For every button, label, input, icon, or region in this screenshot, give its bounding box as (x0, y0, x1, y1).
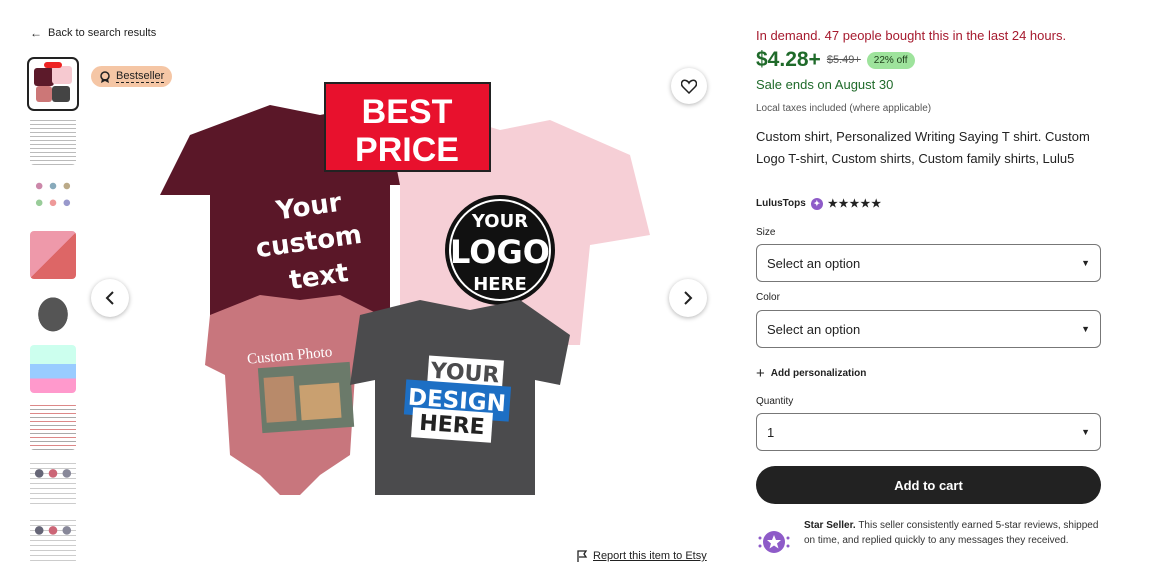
previous-image-button[interactable] (91, 279, 129, 317)
add-personalization-button[interactable]: + Add personalization (756, 365, 866, 382)
heart-icon (681, 78, 697, 94)
svg-text:LOGO: LOGO (450, 233, 550, 271)
thumbnail-image[interactable] (30, 345, 76, 393)
seller-row: LulusTops ✦ ★★★★★ (756, 197, 882, 210)
favorite-button[interactable] (671, 68, 707, 104)
quantity-select-value: 1 (767, 424, 775, 440)
add-personalization-label: Add personalization (770, 368, 867, 379)
size-select[interactable]: Select an option ▼ (756, 244, 1101, 282)
thumbnail-strip (27, 57, 79, 570)
thumbnail-image[interactable] (30, 231, 76, 279)
svg-text:YOUR: YOUR (471, 211, 528, 232)
caret-down-icon: ▼ (1081, 427, 1090, 437)
thumbnail-image[interactable] (27, 57, 79, 111)
svg-text:HERE: HERE (473, 274, 527, 295)
quantity-select[interactable]: 1 ▼ (756, 413, 1101, 451)
star-seller-badge-icon (758, 531, 790, 553)
price-row: $4.28+ $5.49+ 22% off (756, 48, 915, 72)
award-icon (100, 70, 110, 83)
product-title: Custom shirt, Personalized Writing Sayin… (756, 129, 1090, 166)
size-select-value: Select an option (767, 255, 861, 271)
flag-icon (577, 550, 588, 562)
thumbnail-image[interactable] (30, 288, 76, 336)
svg-text:PRICE: PRICE (355, 131, 459, 169)
quantity-label: Quantity (756, 396, 794, 407)
thumbnail-image[interactable] (30, 117, 76, 165)
chevron-left-icon (105, 291, 114, 305)
color-select[interactable]: Select an option ▼ (756, 310, 1101, 348)
product-main-image: BEST PRICE Your custom text YOUR LOGO HE… (160, 82, 650, 495)
next-image-button[interactable] (669, 279, 707, 317)
svg-text:BEST: BEST (362, 93, 453, 131)
star-seller-heading: Star Seller. (804, 520, 856, 531)
thumbnail-image[interactable] (30, 402, 76, 450)
original-price: $5.49+ (826, 54, 861, 66)
demand-notice: In demand. 47 people bought this in the … (756, 28, 1067, 43)
thumbnail-image[interactable] (30, 516, 76, 564)
tax-note: Local taxes included (where applicable) (756, 103, 932, 114)
color-select-value: Select an option (767, 321, 861, 337)
caret-down-icon: ▼ (1081, 324, 1090, 334)
star-seller-info: Star Seller. This seller consistently ea… (756, 518, 1101, 560)
svg-text:HERE: HERE (418, 411, 485, 441)
size-label: Size (756, 227, 776, 238)
discount-badge: 22% off (866, 51, 915, 69)
star-seller-icon: ✦ (810, 197, 823, 210)
report-label: Report this item to Etsy (593, 550, 707, 562)
add-to-cart-button[interactable]: Add to cart (756, 466, 1101, 504)
thumbnail-image[interactable] (30, 459, 76, 507)
rating-stars[interactable]: ★★★★★ (828, 197, 882, 210)
star-seller-text: Star Seller. This seller consistently ea… (804, 518, 1101, 560)
caret-down-icon: ▼ (1081, 258, 1090, 268)
plus-icon: + (756, 365, 765, 382)
sale-end-notice: Sale ends on August 30 (756, 77, 894, 92)
arrow-left-icon: ← (30, 26, 42, 40)
back-to-search-link[interactable]: ← Back to search results (30, 26, 156, 40)
seller-name[interactable]: LulusTops (756, 198, 806, 209)
report-item-link[interactable]: Report this item to Etsy (577, 550, 707, 562)
color-label: Color (756, 292, 780, 303)
thumbnail-image[interactable] (30, 174, 76, 222)
back-link-label: Back to search results (48, 27, 157, 39)
chevron-right-icon (684, 291, 693, 305)
current-price: $4.28+ (756, 48, 821, 71)
